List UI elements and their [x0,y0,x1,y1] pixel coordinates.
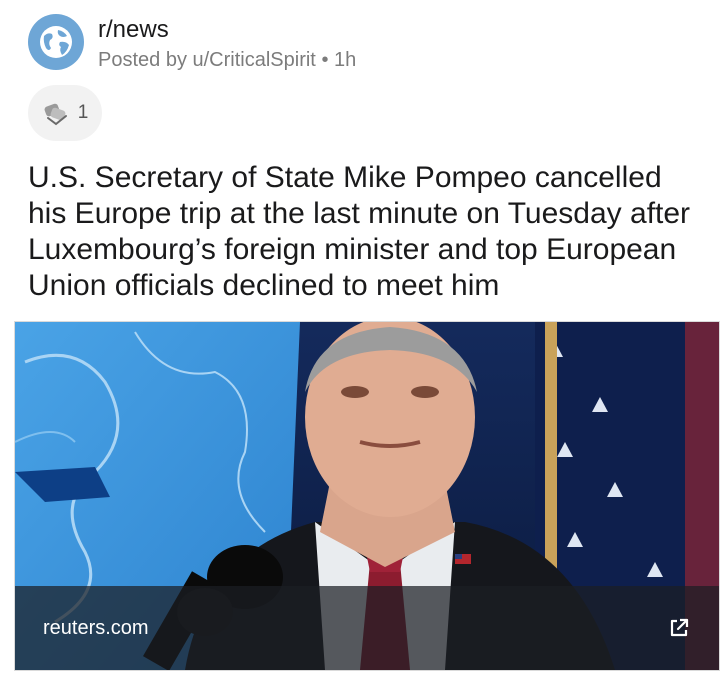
subreddit-avatar[interactable] [28,14,84,70]
post-title[interactable]: U.S. Secretary of State Mike Pompeo canc… [28,160,698,304]
post-age: 1h [334,49,357,71]
external-link-icon[interactable] [667,616,691,640]
meta-separator: • [321,49,329,71]
award-icon [44,103,67,126]
award-count: 1 [77,102,89,123]
post-header: r/news Posted by u/CriticalSpirit • 1h [28,14,688,72]
post-meta: Posted by u/CriticalSpirit • 1h [98,48,356,72]
subreddit-name[interactable]: r/news [98,16,169,44]
link-bar[interactable]: reuters.com [15,586,719,670]
posted-by[interactable]: Posted by u/CriticalSpirit [98,49,316,71]
award-pill[interactable]: 1 [28,85,102,141]
globe-icon [40,26,72,58]
link-preview-card[interactable]: reuters.com [14,321,720,671]
link-domain[interactable]: reuters.com [43,616,149,640]
